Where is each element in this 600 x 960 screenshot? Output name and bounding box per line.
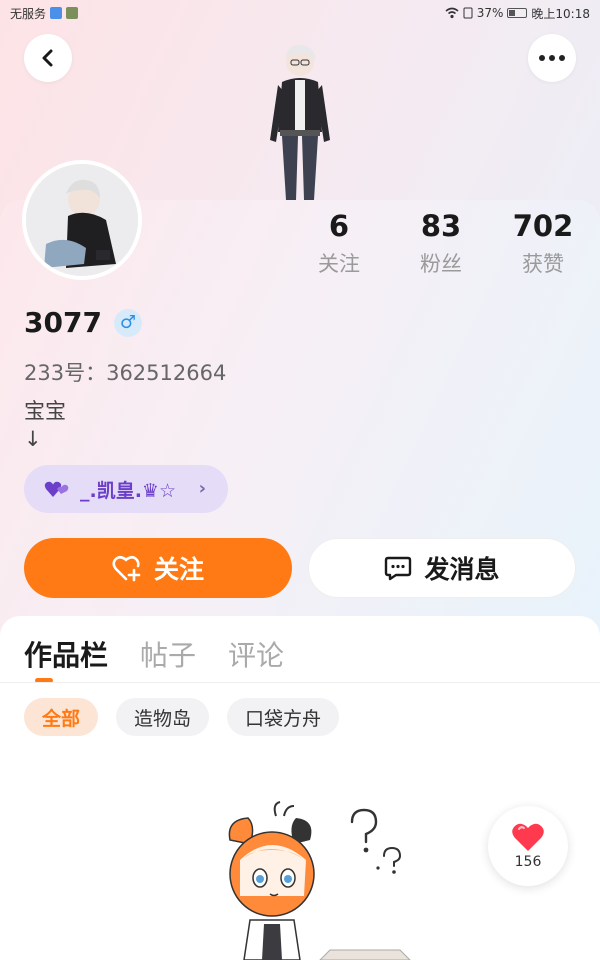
heart-icon bbox=[512, 823, 544, 851]
username: 3077 bbox=[24, 306, 102, 339]
more-dots-icon bbox=[539, 55, 565, 61]
filter-pocket-ark[interactable]: 口袋方舟 bbox=[227, 698, 340, 736]
back-button[interactable] bbox=[24, 34, 72, 82]
filter-row: 全部 造物岛 口袋方舟 bbox=[24, 698, 340, 736]
follow-label: 关注 bbox=[153, 555, 204, 584]
clock: 晚上10:18 bbox=[531, 6, 590, 21]
carrier-text: 无服务 bbox=[10, 6, 47, 21]
chevron-right-icon: › bbox=[198, 478, 206, 499]
male-icon: ♂ bbox=[113, 308, 142, 337]
user-id: 233号：362512664 bbox=[24, 361, 227, 385]
stat-label: 获赞 bbox=[522, 252, 564, 276]
stat-number: 6 bbox=[328, 209, 350, 243]
status-left: 无服务 bbox=[10, 5, 79, 22]
fan-group-tag[interactable]: _.凯皇.♛☆ › bbox=[24, 465, 228, 513]
empty-state-illustration bbox=[228, 801, 411, 960]
like-count: 156 bbox=[514, 854, 542, 870]
wifi-icon bbox=[445, 7, 459, 19]
tab-divider bbox=[0, 682, 600, 683]
message-button[interactable]: 发消息 bbox=[308, 538, 576, 598]
chat-bubble-icon bbox=[385, 556, 412, 581]
stat-following[interactable]: 6 关注 bbox=[288, 208, 390, 278]
fan-tag-label: _.凯皇.♛☆ bbox=[80, 479, 177, 502]
stat-likes[interactable]: 702 获赞 bbox=[492, 208, 594, 278]
stats-row: 6 关注 83 粉丝 702 获赞 bbox=[288, 208, 594, 278]
stat-number: 83 bbox=[420, 209, 462, 243]
tab-comments[interactable]: 评论 bbox=[228, 634, 284, 674]
bio: 宝宝 ↓ bbox=[24, 399, 66, 451]
chevron-left-icon bbox=[42, 49, 53, 67]
tab-posts[interactable]: 帖子 bbox=[140, 634, 196, 674]
battery-icon bbox=[507, 8, 528, 18]
tab-bar: 作品栏 帖子 评论 bbox=[24, 634, 284, 674]
tab-works[interactable]: 作品栏 bbox=[24, 634, 108, 674]
character-figure bbox=[270, 44, 330, 200]
battery-percent: 37% bbox=[476, 6, 504, 20]
stat-label: 关注 bbox=[318, 252, 360, 276]
filter-creation-island[interactable]: 造物岛 bbox=[116, 698, 210, 736]
chat-app-icon bbox=[50, 7, 63, 19]
stat-label: 粉丝 bbox=[420, 252, 462, 276]
follow-button[interactable]: 关注 bbox=[24, 538, 292, 598]
message-label: 发消息 bbox=[424, 555, 500, 584]
sim-icon bbox=[463, 7, 473, 19]
filter-all[interactable]: 全部 bbox=[24, 698, 99, 736]
avatar[interactable] bbox=[22, 160, 142, 280]
stat-number: 702 bbox=[512, 209, 574, 243]
heart-plus-icon bbox=[112, 555, 141, 582]
more-button[interactable] bbox=[528, 34, 576, 82]
stat-followers[interactable]: 83 粉丝 bbox=[390, 208, 492, 278]
like-button[interactable]: 156 bbox=[488, 806, 568, 886]
double-heart-icon bbox=[44, 480, 70, 498]
avatar-image bbox=[26, 164, 138, 276]
status-bar: 无服务 37% 晚上10:18 bbox=[0, 0, 600, 26]
status-right: 37% 晚上10:18 bbox=[445, 5, 590, 22]
username-row: 3077 ♂ bbox=[24, 306, 142, 339]
gallery-app-icon bbox=[66, 7, 79, 19]
